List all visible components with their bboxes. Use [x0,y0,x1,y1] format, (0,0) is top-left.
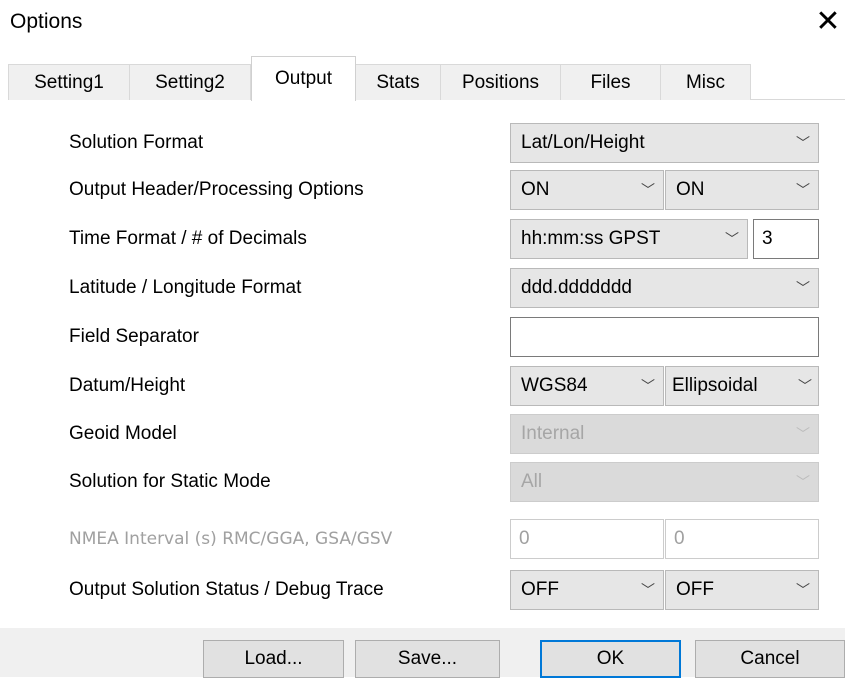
cancel-button[interactable]: Cancel [695,640,845,678]
nmea-interval-label: NMEA Interval (s) RMC/GGA, GSA/GSV [69,529,393,549]
chevron-down-icon: ﹀ [796,136,810,152]
save-button[interactable]: Save... [355,640,500,678]
latlon-format-label: Latitude / Longitude Format [69,277,302,298]
time-format-select[interactable]: hh:mm:ss GPST ﹀ [510,219,748,259]
geoid-model-value: Internal [521,423,585,444]
time-decimals-input[interactable]: 3 [753,219,819,259]
chevron-down-icon: ﹀ [796,583,810,599]
chevron-down-icon: ﹀ [641,583,655,599]
static-mode-select: All ﹀ [510,462,819,502]
chevron-down-icon: ﹀ [796,427,810,443]
output-header-label: Output Header/Processing Options [69,179,364,200]
time-format-value: hh:mm:ss GPST [521,228,661,249]
datum-height-label: Datum/Height [69,375,186,396]
chevron-down-icon: ﹀ [796,475,810,491]
output-header-value: ON [521,179,550,200]
field-separator-label: Field Separator [69,326,199,347]
processing-options-value: ON [676,179,705,200]
geoid-model-label: Geoid Model [69,423,177,444]
tab-setting1[interactable]: Setting1 [8,64,130,100]
chevron-down-icon: ﹀ [796,183,810,199]
window-title: Options [10,10,83,33]
chevron-down-icon: ﹀ [641,183,655,199]
tab-stats[interactable]: Stats [355,64,441,100]
close-icon[interactable]: ✕ [813,4,843,40]
nmea-interval-rmc-input: 0 [510,519,664,559]
chevron-down-icon: ﹀ [725,232,739,248]
debug-trace-value: OFF [676,579,714,600]
ok-button[interactable]: OK [540,640,681,678]
debug-trace-select[interactable]: OFF ﹀ [665,570,819,610]
tab-output[interactable]: Output [251,56,356,101]
solution-status-value: OFF [521,579,559,600]
output-header-select[interactable]: ON ﹀ [510,170,664,210]
chevron-down-icon: ﹀ [796,281,810,297]
solution-status-label: Output Solution Status / Debug Trace [69,579,384,600]
tab-setting2[interactable]: Setting2 [129,64,251,100]
field-separator-input[interactable] [510,317,819,357]
processing-options-select[interactable]: ON ﹀ [665,170,819,210]
height-select[interactable]: Ellipsoidal ﹀ [665,366,819,406]
time-format-label: Time Format / # of Decimals [69,228,307,249]
tab-misc[interactable]: Misc [660,64,751,100]
load-button[interactable]: Load... [203,640,344,678]
static-mode-value: All [521,471,543,492]
solution-format-value: Lat/Lon/Height [521,132,645,153]
solution-status-select[interactable]: OFF ﹀ [510,570,664,610]
chevron-down-icon: ﹀ [798,379,812,395]
latlon-format-value: ddd.ddddddd [521,277,632,298]
nmea-interval-gsa-input: 0 [665,519,819,559]
datum-select[interactable]: WGS84 ﹀ [510,366,664,406]
geoid-model-select: Internal ﹀ [510,414,819,454]
solution-format-select[interactable]: Lat/Lon/Height ﹀ [510,123,819,163]
height-value: Ellipsoidal [672,375,758,396]
chevron-down-icon: ﹀ [641,379,655,395]
tab-files[interactable]: Files [560,64,661,100]
tab-positions[interactable]: Positions [440,64,561,100]
datum-value: WGS84 [521,375,588,396]
latlon-format-select[interactable]: ddd.ddddddd ﹀ [510,268,819,308]
static-mode-label: Solution for Static Mode [69,471,271,492]
solution-format-label: Solution Format [69,132,204,153]
